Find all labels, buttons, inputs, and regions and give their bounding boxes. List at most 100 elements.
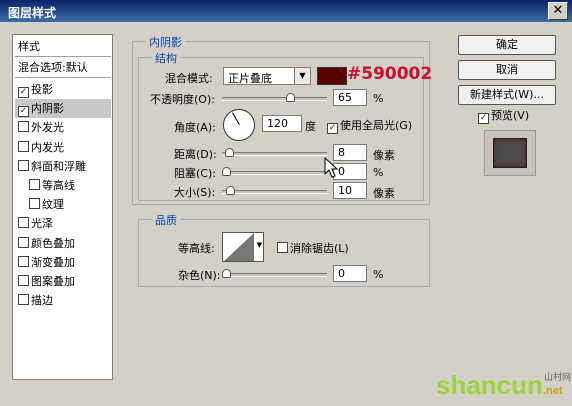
opacity-slider[interactable] (222, 97, 327, 101)
noise-slider[interactable] (222, 273, 327, 277)
style-item-10[interactable]: 图案叠加 (15, 272, 111, 291)
preview-checkbox[interactable]: ✓ 预览(V) (478, 107, 529, 124)
style-item-9[interactable]: 渐变叠加 (15, 253, 111, 272)
blend-options-item[interactable]: 混合选项:默认 (15, 58, 111, 77)
style-item-6[interactable]: 纹理 (15, 195, 111, 214)
checkbox-icon[interactable]: ✓ (18, 106, 29, 118)
distance-label: 距离(D): (174, 148, 217, 161)
style-item-1[interactable]: ✓ 内阴影 (15, 99, 111, 119)
checkbox-icon[interactable]: ✓ (478, 113, 489, 124)
style-item-label: 内阴影 (31, 102, 64, 116)
checkbox-icon[interactable]: ✓ (327, 123, 338, 134)
style-item-label: 斜面和浮雕 (31, 159, 86, 173)
noise-unit: % (373, 268, 384, 281)
style-item-label: 光泽 (31, 217, 53, 231)
checkbox-icon[interactable] (18, 275, 29, 286)
close-button[interactable]: ✕ (548, 2, 568, 20)
opacity-label: 不透明度(O): (150, 93, 215, 106)
inner-shadow-title: 内阴影 (146, 34, 185, 50)
noise-slider-thumb[interactable] (222, 269, 231, 278)
style-item-3[interactable]: 内发光 (15, 138, 111, 157)
noise-label: 杂色(N): (178, 269, 221, 282)
style-item-label: 外发光 (31, 121, 64, 135)
style-item-0[interactable]: ✓ 投影 (15, 80, 111, 99)
style-item-8[interactable]: 颜色叠加 (15, 234, 111, 253)
new-style-button[interactable]: 新建样式(W)... (458, 85, 556, 105)
style-item-4[interactable]: 斜面和浮雕 (15, 157, 111, 176)
checkbox-icon[interactable] (29, 179, 40, 190)
style-item-2[interactable]: 外发光 (15, 118, 111, 137)
style-item-11[interactable]: 描边 (15, 291, 111, 310)
style-item-label: 图案叠加 (31, 275, 75, 288)
noise-input[interactable]: 0 (333, 265, 367, 282)
global-light-checkbox[interactable]: ✓ 使用全局光(G) (327, 117, 412, 134)
checkbox-icon[interactable] (29, 198, 40, 210)
checkbox-icon[interactable] (18, 121, 29, 133)
antialias-checkbox[interactable]: 消除锯齿(L) (277, 240, 349, 256)
checkbox-icon[interactable] (18, 217, 29, 229)
preview-label: 预览(V) (491, 109, 530, 122)
angle-label: 角度(A): (174, 121, 216, 134)
checkbox-icon[interactable]: ✓ (18, 87, 29, 98)
contour-label: 等高线: (178, 242, 215, 255)
angle-unit: 度 (305, 120, 316, 133)
opacity-slider-thumb[interactable] (285, 93, 295, 102)
divider (15, 77, 111, 78)
quality-title: 品质 (152, 212, 180, 228)
close-icon: ✕ (552, 3, 564, 18)
divider (15, 56, 111, 57)
watermark-cn: 山村网 (544, 373, 572, 383)
chevron-down-icon[interactable]: ▼ (257, 241, 262, 249)
style-list-header[interactable]: 样式 (15, 37, 111, 56)
style-item-7[interactable]: 光泽 (15, 214, 111, 233)
shadow-color-swatch[interactable] (317, 67, 347, 85)
choke-slider[interactable] (222, 171, 327, 175)
style-item-label: 渐变叠加 (31, 255, 75, 269)
opacity-unit: % (373, 92, 384, 105)
style-item-label: 内发光 (31, 140, 64, 154)
window-title: 图层样式 (8, 6, 57, 20)
choke-slider-thumb[interactable] (222, 167, 231, 176)
choke-unit: % (373, 166, 384, 179)
checkbox-icon[interactable] (18, 236, 29, 248)
distance-slider-thumb[interactable] (224, 148, 234, 157)
size-unit: 像素 (373, 187, 395, 200)
choke-label: 阻塞(C): (174, 167, 216, 180)
cancel-button[interactable]: 取消 (458, 60, 556, 80)
style-list: 样式 混合选项:默认 ✓ 投影 ✓ 内阴影 外发光 内发光 斜面和浮雕 等高线 纹理 光泽 颜色叠加… (12, 34, 113, 380)
size-input[interactable]: 10 (333, 182, 367, 199)
distance-unit: 像素 (373, 149, 395, 162)
blend-mode-value: 正片叠底 (228, 72, 272, 85)
size-slider-thumb[interactable] (225, 186, 235, 195)
style-item-5[interactable]: 等高线 (15, 176, 111, 195)
blend-mode-select[interactable]: 正片叠底 ▼ (223, 67, 311, 85)
mouse-cursor-icon (324, 157, 339, 178)
antialias-label: 消除锯齿(L) (290, 242, 349, 255)
size-label: 大小(S): (174, 186, 216, 199)
ok-button[interactable]: 确定 (458, 35, 556, 55)
style-item-label: 纹理 (42, 198, 64, 212)
angle-input[interactable]: 120 (262, 115, 302, 132)
contour-picker[interactable]: ▼ (222, 232, 264, 262)
size-slider[interactable] (222, 190, 327, 194)
angle-dial[interactable] (223, 109, 255, 141)
preview-swatch (493, 138, 527, 168)
structure-title: 结构 (152, 50, 180, 66)
preview-box (484, 130, 536, 176)
style-item-label: 等高线 (42, 179, 75, 192)
checkbox-icon[interactable] (18, 255, 29, 267)
checkbox-icon[interactable] (277, 242, 288, 253)
style-item-label: 颜色叠加 (31, 236, 75, 250)
checkbox-icon[interactable] (18, 140, 29, 152)
opacity-input[interactable]: 65 (333, 89, 367, 106)
global-light-label: 使用全局光(G) (340, 119, 413, 132)
checkbox-icon[interactable] (18, 159, 29, 171)
distance-slider[interactable] (222, 152, 327, 156)
color-hex-readout: #590002 (347, 64, 433, 84)
style-item-label: 描边 (31, 294, 53, 308)
chevron-down-icon[interactable]: ▼ (294, 68, 310, 84)
checkbox-icon[interactable] (18, 294, 29, 306)
style-item-label: 投影 (31, 83, 53, 96)
blend-mode-label: 混合模式: (165, 72, 213, 85)
contour-curve-icon (224, 233, 254, 261)
